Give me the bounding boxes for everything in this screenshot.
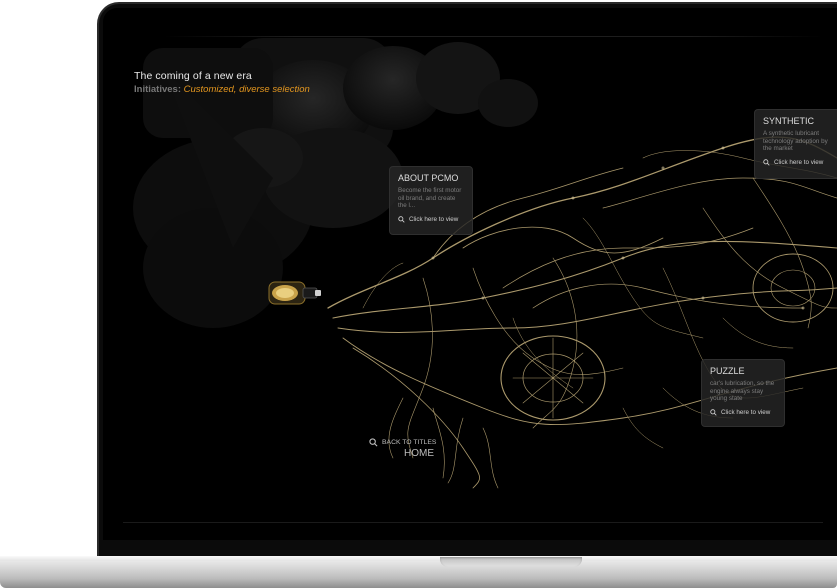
magnifier-icon bbox=[398, 215, 405, 223]
card-synthetic: SYNTHETIC A synthetic lubricant technolo… bbox=[754, 109, 837, 179]
about-view-link-label: Click here to view bbox=[409, 215, 459, 223]
card-synthetic-title: SYNTHETIC bbox=[763, 116, 815, 126]
initiatives-line: Initiatives: Customized, diverse selecti… bbox=[134, 84, 310, 95]
back-to-titles-label: BACK TO TITLES bbox=[382, 439, 437, 446]
puzzle-view-link[interactable]: Click here to view bbox=[710, 409, 776, 416]
card-puzzle: PUZZLE car's lubrication, so the engine … bbox=[701, 359, 785, 427]
laptop-base-highlight bbox=[0, 556, 837, 561]
laptop-screen: The coming of a new era Initiatives: Cus… bbox=[103, 8, 837, 540]
back-to-titles-link[interactable]: BACK TO TITLES bbox=[369, 438, 436, 447]
puzzle-view-link-label: Click here to view bbox=[721, 408, 771, 416]
oil-bottle-icon bbox=[268, 281, 321, 305]
card-puzzle-title: PUZZLE bbox=[710, 366, 745, 376]
home-link[interactable]: HOME bbox=[404, 448, 434, 459]
card-synthetic-text: A synthetic lubricant technology adoptio… bbox=[763, 130, 828, 152]
about-view-link[interactable]: Click here to view bbox=[398, 216, 464, 223]
magnifier-icon bbox=[763, 158, 770, 166]
synthetic-view-link-label: Click here to view bbox=[774, 158, 824, 166]
laptop-opening-notch bbox=[440, 557, 582, 567]
magnifier-icon bbox=[369, 438, 378, 447]
initiatives-label: Initiatives: bbox=[134, 84, 181, 95]
initiatives-value: Customized, diverse selection bbox=[183, 84, 310, 95]
magnifier-icon bbox=[710, 408, 717, 416]
card-about-pcmo: ABOUT PCMO Become the first motor oil br… bbox=[389, 166, 473, 235]
card-about-title: ABOUT PCMO bbox=[398, 173, 459, 183]
headline: The coming of a new era bbox=[134, 70, 252, 82]
synthetic-view-link[interactable]: Click here to view bbox=[763, 159, 829, 166]
card-puzzle-text: car's lubrication, so the engine always … bbox=[710, 380, 775, 402]
card-about-text: Become the first motor oil brand, and cr… bbox=[398, 187, 462, 209]
